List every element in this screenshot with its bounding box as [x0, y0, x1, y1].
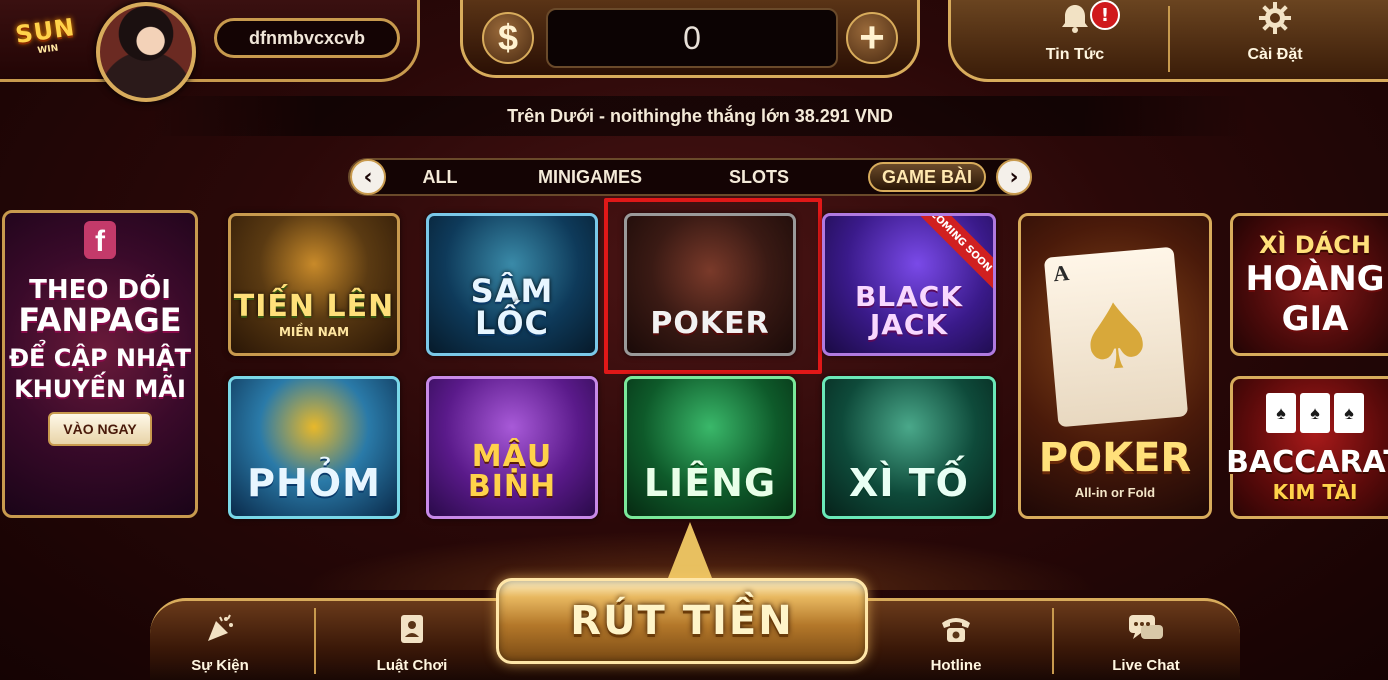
spade-icon: ♠ [1071, 281, 1161, 393]
tab-game-bai[interactable]: GAME BÀI [868, 162, 986, 192]
promo-line-2: FANPAGE [18, 301, 182, 340]
game-baccarat-kim-tai[interactable]: ♠ ♠ ♠ BACCARAT KIM TÀI [1226, 376, 1388, 519]
game-lieng[interactable]: LIÊNG [624, 376, 796, 519]
game-title-line-1: BACCARAT [1226, 445, 1388, 480]
christmas-tree-icon [668, 522, 712, 578]
game-xi-to[interactable]: XÌ TỐ [822, 376, 996, 519]
game-poker-all-in[interactable]: A ♠ POKER All-in or Fold [1018, 213, 1212, 519]
promo-line-1: THEO DÕI [29, 275, 171, 305]
game-title: MẬU BINH [467, 439, 557, 504]
logo-sub: WIN [36, 43, 59, 57]
game-title: POKER [1038, 435, 1192, 481]
game-mau-binh[interactable]: MẬU BINH [426, 376, 598, 519]
card-rank: A [1052, 259, 1071, 287]
tab-slots[interactable]: SLOTS [716, 162, 802, 192]
tab-all[interactable]: ALL [410, 162, 470, 192]
tab-prev-button[interactable]: ‹ [350, 159, 386, 195]
card-icon: ♠ [1300, 393, 1330, 433]
selection-highlight [604, 198, 822, 374]
promo-line-4: KHUYẾN MÃI [14, 375, 186, 404]
settings-button[interactable]: Cài Đặt [1200, 0, 1350, 76]
game-title-line-2: KIM TÀI [1272, 480, 1358, 504]
game-subtitle: All-in or Fold [1074, 485, 1156, 500]
hotline-label: Hotline [930, 657, 982, 674]
game-title: SÂM LỐC [470, 272, 554, 342]
news-badge: ! [1090, 0, 1120, 30]
game-title-line-1: XÌ DÁCH [1259, 230, 1371, 259]
balance-value: 0 [546, 8, 838, 68]
rulebook-icon [397, 613, 427, 651]
tab-minigames[interactable]: MINIGAMES [520, 162, 660, 192]
live-chat-button[interactable]: Live Chat [1076, 604, 1216, 680]
username-display[interactable]: dfnmbvcxcvb [214, 18, 400, 58]
chevron-left-icon: ‹ [363, 164, 373, 190]
rules-label: Luật Chơi [376, 657, 448, 674]
avatar[interactable] [96, 2, 196, 102]
news-label: Tin Tức [1045, 46, 1105, 63]
facebook-icon: f [84, 221, 116, 259]
news-button[interactable]: Tin Tức [1000, 0, 1150, 76]
tab-next-button[interactable]: › [996, 159, 1032, 195]
party-popper-icon [204, 613, 236, 651]
bottom-divider [1052, 608, 1054, 674]
bell-icon [1058, 1, 1092, 40]
ace-card-illustration: A ♠ [1043, 246, 1189, 428]
game-title: PHỎM [247, 461, 381, 505]
fanpage-banner[interactable]: f THEO DÕI FANPAGE ĐỂ CẬP NHẬT KHUYẾN MÃ… [2, 210, 198, 518]
live-chat-label: Live Chat [1112, 657, 1180, 674]
event-label: Sự Kiện [191, 657, 249, 674]
header-divider [1168, 6, 1170, 72]
game-title-line-3: GIA [1281, 298, 1349, 339]
card-icon: ♠ [1266, 393, 1296, 433]
chat-bubbles-icon [1127, 613, 1165, 651]
game-title: TIẾN LÊN [233, 289, 395, 324]
game-title: LIÊNG [643, 461, 777, 505]
withdraw-label: RÚT TIỀN [570, 598, 794, 644]
game-xi-dach-hoang-gia[interactable]: XÌ DÁCH HOÀNG GIA [1230, 213, 1388, 356]
logo-text: SUN [13, 13, 77, 50]
chevron-right-icon: › [1009, 164, 1019, 190]
game-title-line-2: HOÀNG [1245, 258, 1385, 299]
event-button[interactable]: Sự Kiện [150, 604, 290, 680]
gear-icon [1258, 1, 1292, 40]
settings-label: Cài Đặt [1247, 46, 1303, 63]
game-title: BLACK JACK [854, 280, 964, 341]
bottom-divider [314, 608, 316, 674]
vao-ngay-button[interactable]: VÀO NGAY [48, 412, 152, 447]
game-tien-len[interactable]: TIẾN LÊN MIỀN NAM [228, 213, 400, 356]
promo-line-3: ĐỂ CẬP NHẬT [8, 343, 192, 372]
sunwin-logo: SUN WIN [6, 3, 85, 68]
game-title: XÌ TỐ [849, 461, 969, 505]
game-phom[interactable]: PHỎM [228, 376, 400, 519]
game-subtitle: MIỀN NAM [278, 325, 350, 339]
rules-button[interactable]: Luật Chơi [342, 604, 482, 680]
topup-button[interactable]: + [846, 12, 898, 64]
withdraw-button[interactable]: RÚT TIỀN [496, 578, 868, 664]
game-sam-loc[interactable]: SÂM LỐC [426, 213, 598, 356]
hotline-button[interactable]: Hotline [886, 604, 1026, 680]
winner-ticker: Trên Dưới - noithinghe thắng lớn 38.291 … [150, 96, 1250, 136]
dollar-icon: $ [482, 12, 534, 64]
cards-illustration: ♠ ♠ ♠ [1266, 393, 1364, 433]
game-black-jack[interactable]: COMING SOON BLACK JACK [822, 213, 996, 356]
card-icon: ♠ [1334, 393, 1364, 433]
telephone-icon [939, 613, 973, 651]
